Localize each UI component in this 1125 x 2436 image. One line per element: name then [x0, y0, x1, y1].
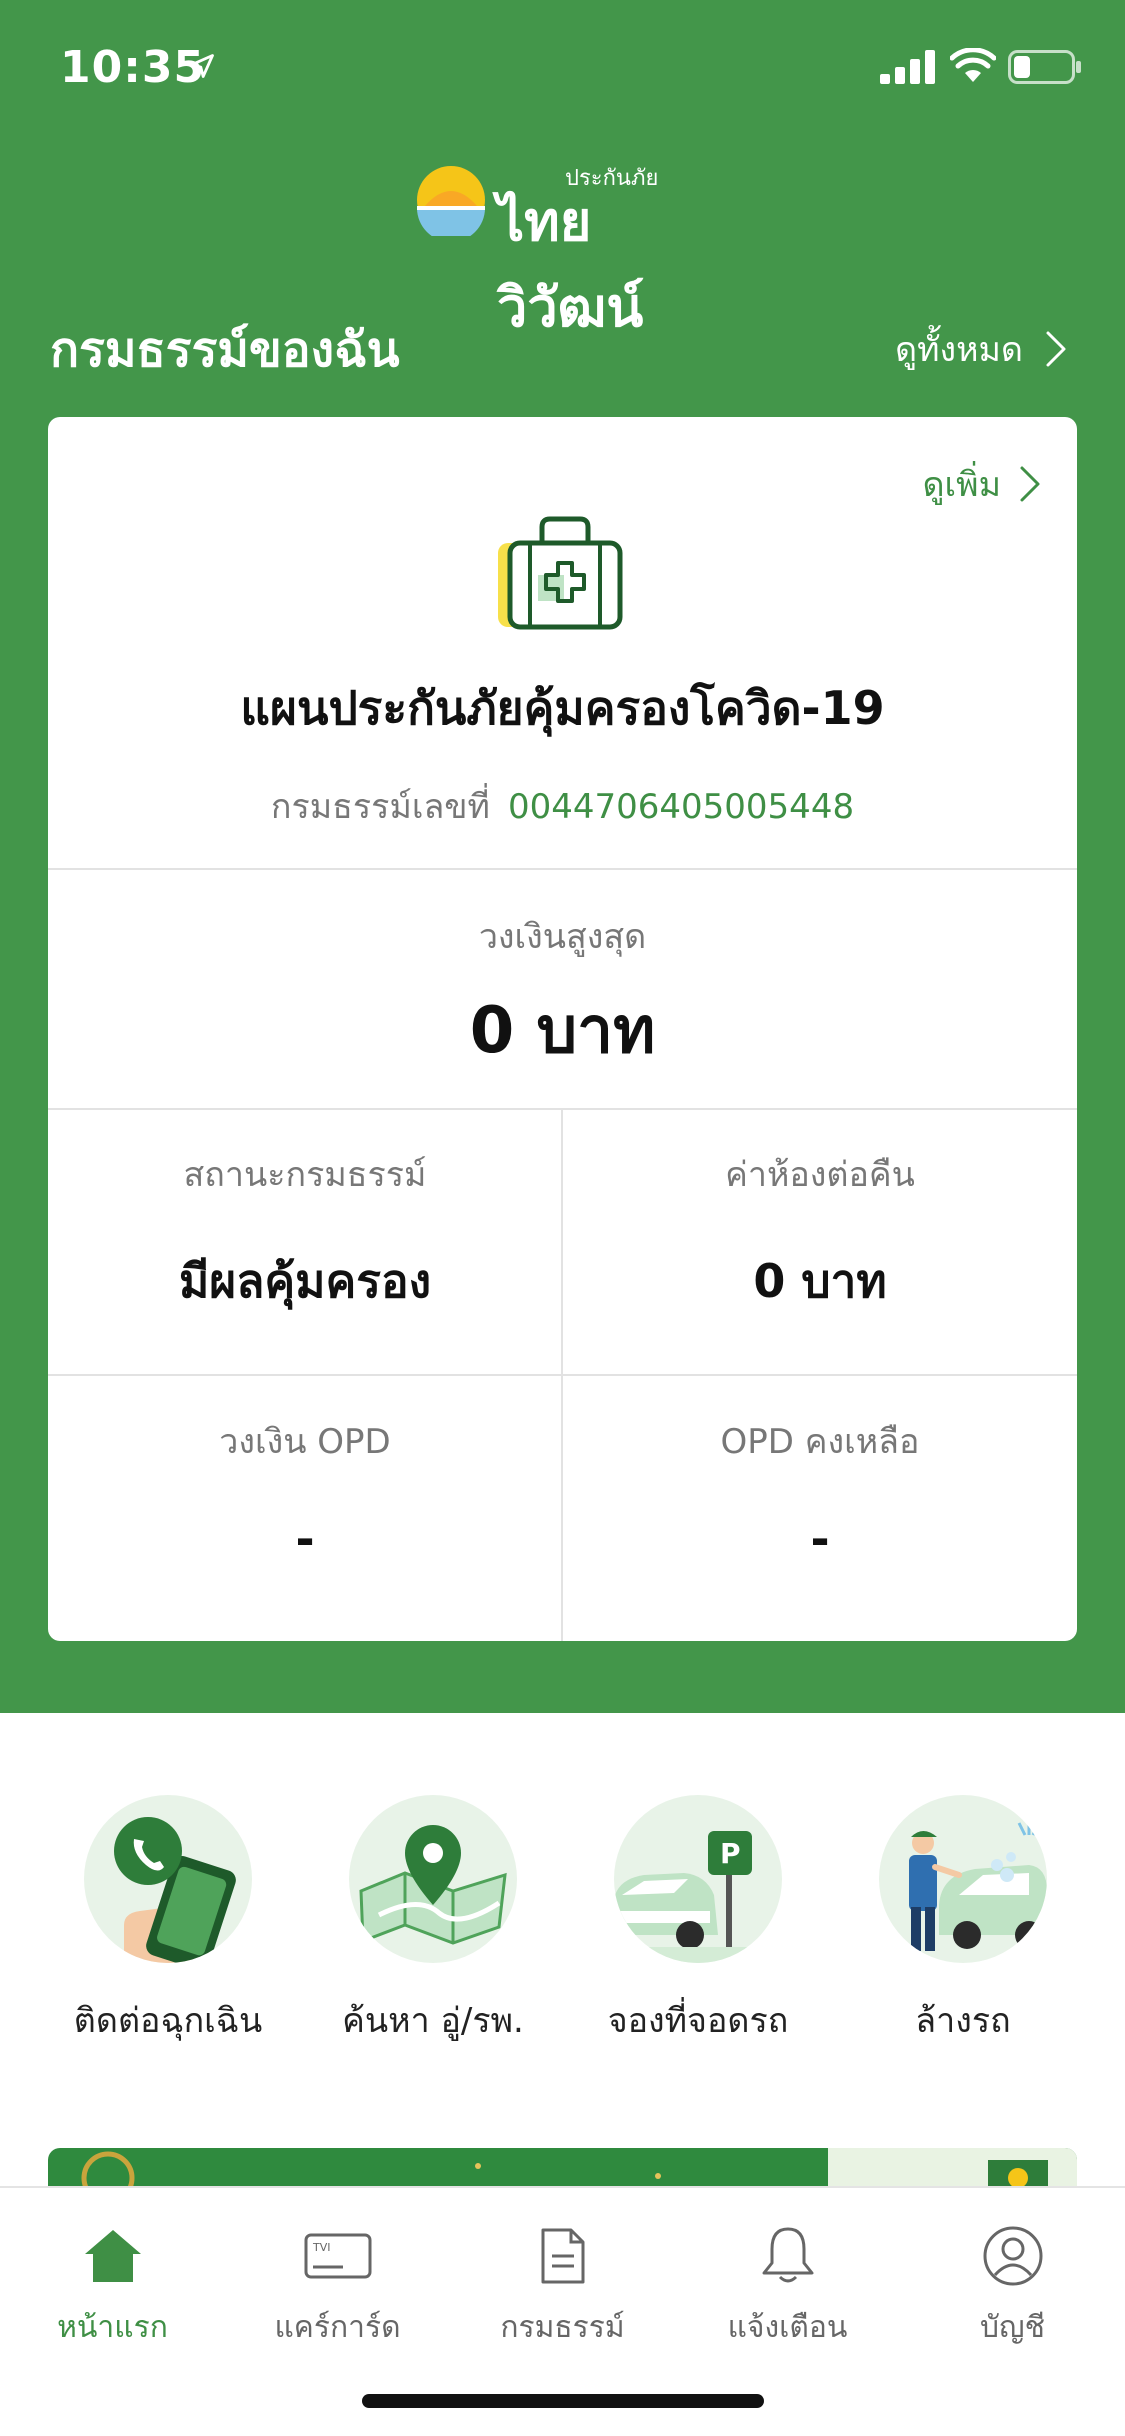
home-icon — [84, 2230, 141, 2282]
chevron-right-icon — [1020, 466, 1040, 502]
quick-action-label: ล้างรถ — [915, 2001, 1011, 2041]
quick-action-label: ค้นหา อู่/รพ. — [342, 2001, 524, 2041]
quick-action-label: จองที่จอดรถ — [607, 2001, 789, 2041]
tab-notifications[interactable]: แจ้งเตือน — [675, 2218, 900, 2351]
card-icon: TVI — [304, 2233, 371, 2279]
divider — [48, 1374, 1077, 1376]
see-more-label: ดูเพิ่ม — [922, 465, 1001, 505]
cellular-signal-icon — [880, 50, 935, 84]
quick-action-parking[interactable]: P จองที่จอดรถ — [578, 1795, 818, 2047]
policy-number-label: กรมธรรม์เลขที่ — [270, 787, 490, 827]
chevron-right-icon — [1046, 331, 1066, 367]
logo-title: ไทยวิวัฒน์ — [497, 190, 644, 339]
view-all-label: ดูทั้งหมด — [895, 330, 1023, 370]
opd-remaining-label: OPD คงเหลือ — [720, 1422, 920, 1462]
brand-logo: ประกันภัย ไทยวิวัฒน์ — [415, 160, 735, 339]
tab-label: หน้าแรก — [57, 2310, 168, 2345]
emergency-phone-icon — [84, 1795, 252, 1963]
room-rate-value: 0 บาท — [753, 1254, 887, 1308]
battery-icon — [1008, 50, 1081, 84]
max-coverage-value: 0 บาท — [469, 994, 656, 1068]
opd-remaining-value: - — [810, 1512, 830, 1566]
tab-care-card[interactable]: TVI แคร์การ์ด — [225, 2218, 450, 2351]
quick-action-car-wash[interactable]: ล้างรถ — [843, 1795, 1083, 2047]
tab-account[interactable]: บัญชี — [900, 2218, 1125, 2351]
room-rate-label: ค่าห้องต่อคืน — [725, 1155, 915, 1195]
tab-policies[interactable]: กรมธรรม์ — [450, 2218, 675, 2351]
document-icon — [541, 2228, 584, 2284]
banner-decoration — [81, 2148, 1077, 2188]
divider — [48, 868, 1077, 870]
home-indicator[interactable] — [362, 2394, 764, 2408]
view-all-link[interactable]: ดูทั้งหมด — [895, 322, 1067, 376]
parking-icon: P — [614, 1795, 782, 1963]
car-wash-icon — [879, 1795, 1047, 1963]
sun-logo-icon — [417, 166, 485, 236]
max-coverage-label: วงเงินสูงสุด — [478, 917, 647, 957]
tab-label: แคร์การ์ด — [274, 2310, 401, 2345]
location-arrow-icon — [190, 54, 214, 78]
first-aid-kit-icon — [498, 516, 623, 630]
quick-action-label: ติดต่อฉุกเฉิน — [73, 2001, 263, 2041]
map-pin-icon — [349, 1795, 517, 1963]
bell-icon — [762, 2227, 813, 2283]
status-label: สถานะกรมธรรม์ — [183, 1155, 427, 1195]
plan-name: แผนประกันภัยคุ้มครองโควิด-19 — [240, 681, 885, 735]
see-more-link[interactable]: ดูเพิ่ม — [922, 457, 1041, 511]
svg-text:P: P — [720, 1837, 741, 1870]
tab-home[interactable]: หน้าแรก — [0, 2218, 225, 2351]
tab-label: บัญชี — [980, 2310, 1045, 2345]
wifi-icon — [950, 48, 996, 82]
account-icon — [983, 2226, 1042, 2286]
promo-banner[interactable] — [48, 2148, 1077, 2188]
policy-number: 0044706405005448 — [507, 787, 855, 827]
tab-label: กรมธรรม์ — [500, 2310, 625, 2345]
my-policies-title: กรมธรรม์ของฉัน — [50, 322, 400, 378]
opd-limit-value: - — [295, 1512, 315, 1566]
status-value: มีผลคุ้มครอง — [178, 1254, 432, 1308]
opd-limit-label: วงเงิน OPD — [219, 1422, 391, 1462]
status-bar: 10:35 — [0, 0, 1125, 135]
policy-number-row: กรมธรรม์เลขที่ 0044706405005448 — [48, 779, 1077, 833]
status-time: 10:35 — [60, 42, 206, 93]
policy-card[interactable]: ดูเพิ่ม แผนประกันภัยคุ้มครองโควิด-19 กรม… — [48, 417, 1077, 1641]
care-card-text: TVI — [312, 2241, 331, 2254]
tab-label: แจ้งเตือน — [727, 2310, 848, 2345]
quick-action-emergency[interactable]: ติดต่อฉุกเฉิน — [48, 1795, 288, 2047]
quick-action-find-garage[interactable]: ค้นหา อู่/รพ. — [313, 1795, 553, 2047]
